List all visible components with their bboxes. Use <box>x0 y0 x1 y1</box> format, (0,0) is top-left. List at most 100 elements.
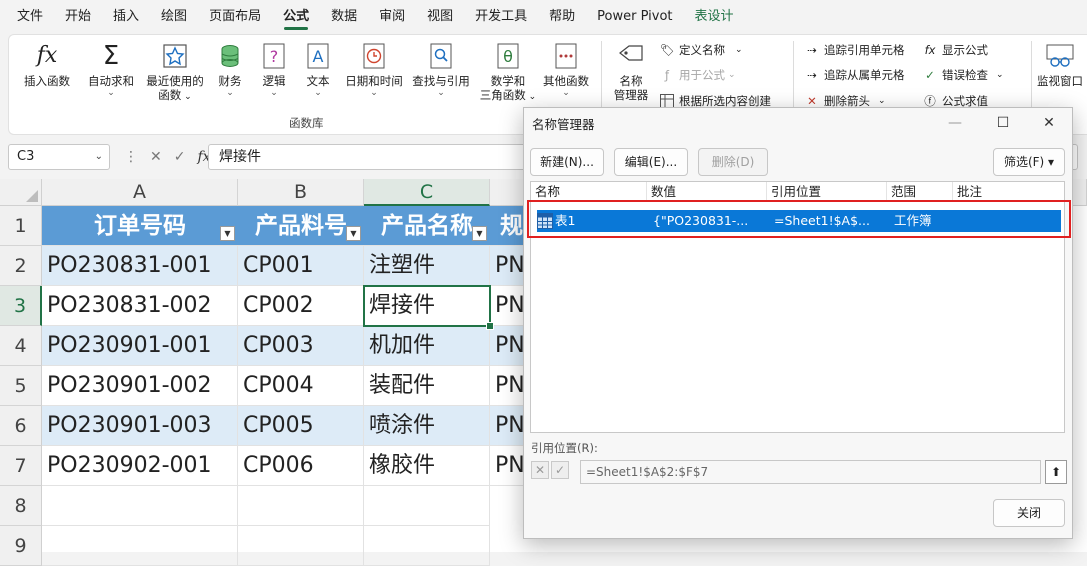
ref-input[interactable]: =Sheet1!$A$2:$F$7 <box>580 460 1041 484</box>
table-cell[interactable]: PO230902-001 <box>42 446 238 486</box>
tab-data[interactable]: 数据 <box>320 0 368 34</box>
table-cell[interactable]: PO230901-003 <box>42 406 238 446</box>
table-cell[interactable]: 装配件 <box>364 366 490 406</box>
close-icon[interactable]: ✕ <box>1030 110 1068 136</box>
filter-dropdown-icon[interactable]: ▼ <box>220 226 235 241</box>
math-trig-button[interactable]: θ 数学和 三角函数 ⌄ <box>476 41 540 104</box>
table-header-cell[interactable]: 产品料号 ▼ <box>238 206 364 246</box>
trace-dependents-button[interactable]: ⇢ 追踪从属单元格 <box>804 66 904 84</box>
tab-help[interactable]: 帮助 <box>538 0 586 34</box>
col-header-ref[interactable]: 引用位置 <box>767 182 887 202</box>
table-cell[interactable]: CP004 <box>238 366 364 406</box>
tab-page-layout[interactable]: 页面布局 <box>198 0 272 34</box>
table-cell[interactable]: 机加件 <box>364 326 490 366</box>
logical-button[interactable]: ? 逻辑 ⌄ <box>257 41 291 98</box>
tab-review[interactable]: 审阅 <box>368 0 416 34</box>
column-header-a[interactable]: A <box>42 179 238 206</box>
minimize-icon[interactable]: — <box>936 110 974 136</box>
row-header[interactable]: 9 <box>0 526 42 566</box>
row-header[interactable]: 2 <box>0 246 42 286</box>
select-all-button[interactable] <box>0 179 42 206</box>
collapse-dialog-icon[interactable]: ⬆ <box>1045 460 1067 484</box>
empty-cell[interactable] <box>42 526 238 566</box>
list-item[interactable]: 表1 {"PO230831-... =Sheet1!$A$... 工作簿 <box>537 210 1061 232</box>
financial-button[interactable]: 财务 ⌄ <box>213 41 247 98</box>
table-cell[interactable]: 橡胶件 <box>364 446 490 486</box>
text-functions-button[interactable]: A 文本 ⌄ <box>301 41 335 98</box>
tab-insert[interactable]: 插入 <box>102 0 150 34</box>
empty-cell[interactable] <box>42 486 238 526</box>
table-header-cell[interactable]: 订单号码 ▼ <box>42 206 238 246</box>
column-header-b[interactable]: B <box>238 179 364 206</box>
tab-draw[interactable]: 绘图 <box>150 0 198 34</box>
row-header[interactable]: 5 <box>0 366 42 406</box>
datetime-button[interactable]: 日期和时间 ⌄ <box>342 41 406 98</box>
column-header-c[interactable]: C <box>364 179 490 206</box>
empty-cell[interactable] <box>238 486 364 526</box>
col-header-value[interactable]: 数值 <box>647 182 767 202</box>
table-cell[interactable]: CP005 <box>238 406 364 446</box>
table-cell[interactable]: 注塑件 <box>364 246 490 286</box>
check-icon[interactable]: ✓ <box>551 461 569 479</box>
show-formulas-button[interactable]: fx 显示公式 <box>922 41 988 59</box>
active-cell[interactable]: 焊接件 <box>364 286 490 326</box>
col-header-name[interactable]: 名称 <box>531 182 647 202</box>
empty-cell[interactable] <box>238 526 364 566</box>
recent-functions-button[interactable]: 最近使用的 函数 ⌄ <box>141 41 209 104</box>
error-checking-button[interactable]: ✓ 错误检查 ⌄ <box>922 66 1003 84</box>
empty-cell[interactable] <box>364 486 490 526</box>
maximize-icon[interactable]: ☐ <box>984 110 1022 136</box>
table-header-cell[interactable]: 产品名称 ▼ <box>364 206 490 246</box>
table-cell[interactable]: PO230901-002 <box>42 366 238 406</box>
watch-window-button[interactable]: 监视窗口 <box>1034 41 1086 88</box>
row-header[interactable]: 8 <box>0 486 42 526</box>
more-options-icon[interactable]: ⋮ <box>124 149 138 165</box>
insert-function-button[interactable]: fx 插入函数 <box>15 41 79 89</box>
tab-developer[interactable]: 开发工具 <box>464 0 538 34</box>
table-cell[interactable]: CP001 <box>238 246 364 286</box>
table-cell[interactable]: CP002 <box>238 286 364 326</box>
tab-view[interactable]: 视图 <box>416 0 464 34</box>
name-manager-dialog: 名称管理器 — ☐ ✕ 新建(N)... 编辑(E)... 删除(D) 筛选(F… <box>523 107 1073 539</box>
name-box[interactable]: C3 ⌄ <box>8 144 110 170</box>
table-cell[interactable]: PO230831-002 <box>42 286 238 326</box>
trace-precedents-button[interactable]: ⇢ 追踪引用单元格 <box>804 41 904 59</box>
empty-cell[interactable] <box>364 526 490 566</box>
delete-name-button[interactable]: 删除(D) <box>698 148 768 176</box>
table-cell[interactable]: 喷涂件 <box>364 406 490 446</box>
autosum-button[interactable]: Σ 自动求和 ⌄ <box>85 41 137 98</box>
row-header[interactable]: 3 <box>0 286 42 326</box>
name-manager-button[interactable]: 名称 管理器 <box>607 41 655 102</box>
col-header-scope[interactable]: 范围 <box>887 182 953 202</box>
cancel-icon[interactable]: ✕ <box>150 149 162 165</box>
table-cell[interactable]: PO230901-001 <box>42 326 238 366</box>
tab-home[interactable]: 开始 <box>54 0 102 34</box>
define-name-button[interactable]: 🏷 定义名称 ⌄ <box>659 41 743 59</box>
table-cell[interactable]: CP003 <box>238 326 364 366</box>
chevron-down-icon[interactable]: ⌄ <box>95 145 103 169</box>
filter-dropdown-icon[interactable]: ▼ <box>346 226 361 241</box>
filter-dropdown-icon[interactable]: ▼ <box>472 226 487 241</box>
filter-button[interactable]: 筛选(F) ▾ <box>993 148 1065 176</box>
row-header[interactable]: 6 <box>0 406 42 446</box>
tab-table-design[interactable]: 表设计 <box>684 0 745 34</box>
row-header[interactable]: 4 <box>0 326 42 366</box>
edit-name-button[interactable]: 编辑(E)... <box>614 148 688 176</box>
tab-formulas[interactable]: 公式 <box>272 0 320 34</box>
other-functions-button[interactable]: 其他函数 ⌄ <box>539 41 593 98</box>
row-header[interactable]: 1 <box>0 206 42 246</box>
new-name-button[interactable]: 新建(N)... <box>530 148 604 176</box>
table-cell[interactable]: PO230831-001 <box>42 246 238 286</box>
enter-icon[interactable]: ✓ <box>174 149 186 165</box>
row-header[interactable]: 7 <box>0 446 42 486</box>
use-in-formula-button[interactable]: ƒ 用于公式 ⌄ <box>659 66 736 84</box>
tab-file[interactable]: 文件 <box>6 0 54 34</box>
entry-name: 表1 <box>555 213 576 228</box>
names-list[interactable]: 名称 数值 引用位置 范围 批注 表1 {"PO230831-... =Shee… <box>527 181 1071 433</box>
tab-power-pivot[interactable]: Power Pivot <box>586 0 683 34</box>
table-cell[interactable]: CP006 <box>238 446 364 486</box>
close-button[interactable]: 关闭 <box>993 499 1065 527</box>
col-header-comment[interactable]: 批注 <box>953 182 1063 202</box>
lookup-button[interactable]: 查找与引用 ⌄ <box>409 41 473 98</box>
cancel-icon[interactable]: ✕ <box>531 461 549 479</box>
